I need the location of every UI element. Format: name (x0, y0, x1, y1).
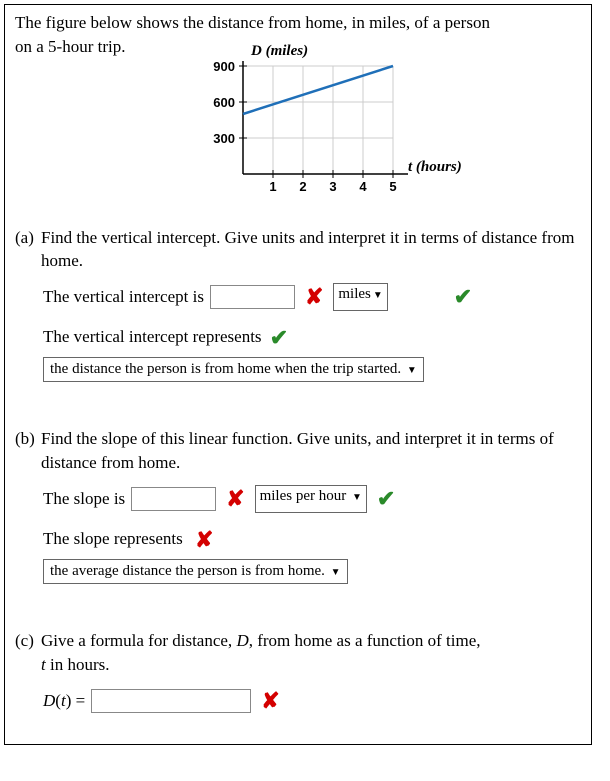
x-tick-2: 2 (299, 179, 306, 194)
part-a-interpret-lead: The vertical intercept represents (43, 327, 262, 346)
x-axis-label: t (hours) (408, 159, 462, 176)
part-b-prompt: Find the slope of this linear function. … (41, 427, 581, 475)
part-b-input[interactable] (131, 487, 216, 511)
y-tick-300: 300 (213, 131, 235, 146)
part-c-label: (c) (15, 629, 41, 653)
gridlines (243, 66, 393, 174)
chevron-down-icon: ▼ (331, 567, 341, 578)
chart-svg: 1 2 3 4 5 300 600 900 (173, 61, 463, 201)
x-tick-1: 1 (269, 179, 276, 194)
chevron-down-icon: ▼ (373, 290, 383, 301)
part-a-units-select[interactable]: miles▼ (333, 283, 387, 311)
part-c-prompt: Give a formula for distance, D, from hom… (41, 629, 581, 677)
part-a: (a) Find the vertical intercept. Give un… (15, 226, 581, 383)
intro-line-1: The figure below shows the distance from… (15, 13, 490, 32)
part-a-prompt: Find the vertical intercept. Give units … (41, 226, 581, 274)
part-c: (c) Give a formula for distance, D, from… (15, 629, 581, 715)
y-axis-label: D (miles) (251, 43, 308, 60)
part-c-func-lhs: D(t) = (43, 691, 85, 711)
part-b-interpret-select[interactable]: the average distance the person is from … (43, 559, 348, 584)
chevron-down-icon: ▼ (352, 492, 362, 503)
part-a-input[interactable] (210, 285, 295, 309)
correct-icon: ✔ (454, 284, 472, 310)
question-box: The figure below shows the distance from… (4, 4, 592, 745)
correct-icon: ✔ (270, 325, 288, 351)
correct-icon: ✔ (377, 486, 395, 512)
wrong-icon: ✘ (305, 284, 323, 310)
x-tick-4: 4 (359, 179, 367, 194)
part-b-lead: The slope is (43, 489, 125, 509)
part-b-interpret-lead: The slope represents (43, 529, 183, 548)
wrong-icon: ✘ (226, 486, 244, 512)
intro-line-2: on a 5-hour trip. (15, 37, 125, 56)
part-a-label: (a) (15, 226, 41, 250)
wrong-icon: ✘ (261, 688, 279, 714)
part-c-input[interactable] (91, 689, 251, 713)
part-b-label: (b) (15, 427, 41, 451)
part-a-interpret-select[interactable]: the distance the person is from home whe… (43, 357, 424, 382)
chevron-down-icon: ▼ (407, 365, 417, 376)
data-line (243, 66, 393, 114)
chart-area: D (miles) (15, 61, 581, 206)
x-tick-5: 5 (389, 179, 396, 194)
part-a-lead: The vertical intercept is (43, 287, 204, 307)
y-tick-900: 900 (213, 61, 235, 74)
part-b-units-select[interactable]: miles per hour ▼ (255, 485, 367, 513)
y-tick-600: 600 (213, 95, 235, 110)
wrong-icon: ✘ (195, 527, 213, 553)
part-b: (b) Find the slope of this linear functi… (15, 427, 581, 584)
x-tick-3: 3 (329, 179, 336, 194)
